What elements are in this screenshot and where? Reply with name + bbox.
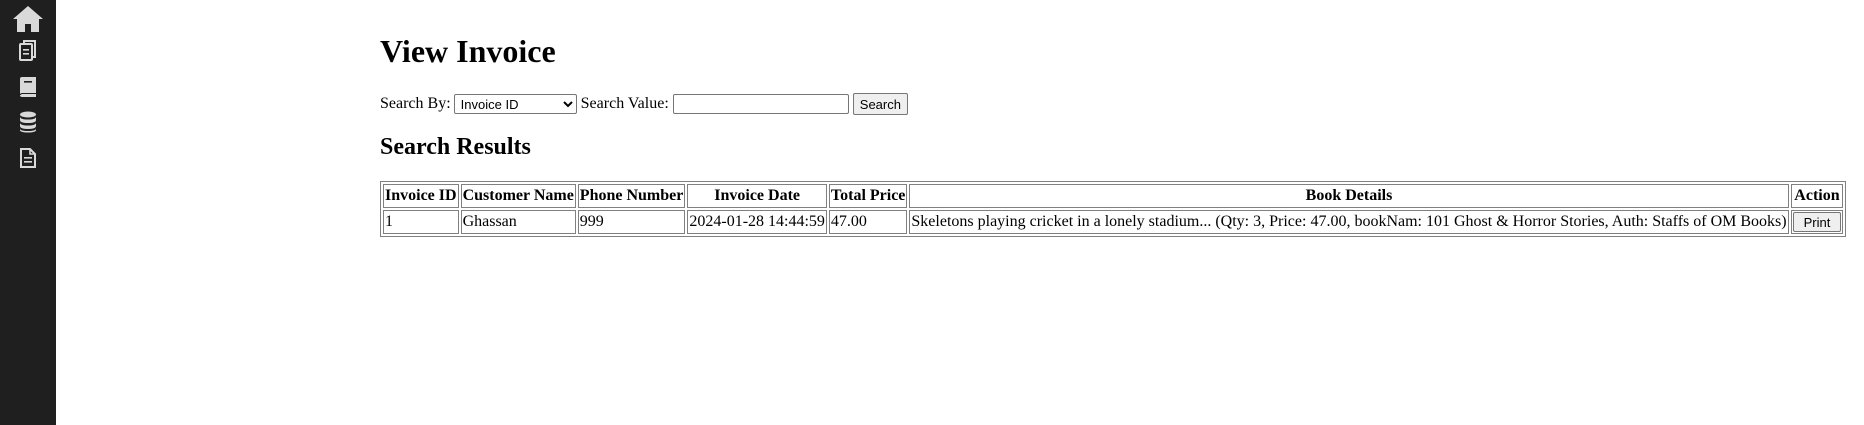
column-header-invoice-id: Invoice ID — [383, 184, 459, 208]
sidebar — [0, 0, 56, 425]
search-value-label: Search Value: — [580, 95, 669, 112]
cell-total-price: 47.00 — [828, 210, 908, 234]
database-icon[interactable] — [0, 111, 56, 133]
column-header-phone-number: Phone Number — [577, 184, 686, 208]
column-header-action: Action — [1790, 184, 1844, 208]
search-by-label: Search By: — [380, 95, 451, 112]
book-icon[interactable] — [0, 76, 56, 98]
search-value-input[interactable] — [672, 94, 849, 114]
cell-customer-name: Ghassan — [460, 210, 576, 234]
home-icon[interactable] — [0, 4, 56, 34]
search-button[interactable]: Search — [852, 93, 908, 115]
cell-phone-number: 999 — [577, 210, 686, 234]
column-header-invoice-date: Invoice Date — [687, 184, 827, 208]
search-by-select[interactable]: Invoice ID — [453, 94, 577, 114]
print-button[interactable]: Print — [1792, 212, 1842, 232]
table-header-row: Invoice ID Customer Name Phone Number In… — [383, 184, 1844, 208]
column-header-total-price: Total Price — [828, 184, 908, 208]
cell-book-details: Skeletons playing cricket in a lonely st… — [909, 210, 1789, 234]
cell-invoice-date: 2024-01-28 14:44:59 — [687, 210, 827, 234]
column-header-customer-name: Customer Name — [460, 184, 576, 208]
table-row: 1 Ghassan 999 2024-01-28 14:44:59 47.00 … — [383, 210, 1844, 234]
column-header-book-details: Book Details — [909, 184, 1789, 208]
cell-action: Print — [1790, 210, 1844, 234]
search-form: Search By: Invoice ID Search Value: Sear… — [380, 93, 908, 115]
document-icon[interactable] — [0, 147, 56, 169]
copy-document-icon[interactable] — [0, 40, 56, 62]
page-title: View Invoice — [380, 33, 556, 69]
results-table: Invoice ID Customer Name Phone Number In… — [380, 181, 1847, 237]
results-title: Search Results — [380, 134, 531, 160]
cell-invoice-id: 1 — [383, 210, 459, 234]
